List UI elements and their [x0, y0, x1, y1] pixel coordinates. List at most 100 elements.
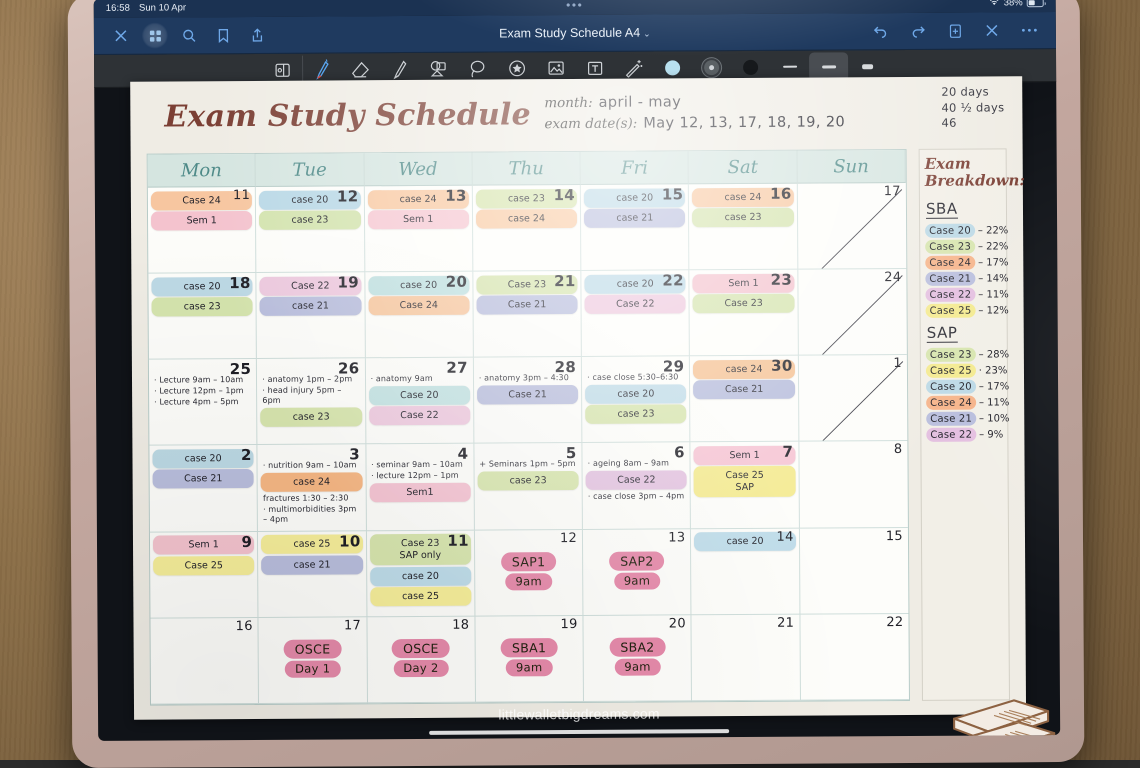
event-chip[interactable]: case 20 — [370, 566, 471, 586]
calendar-cell-30[interactable]: 30case 24Case 21 — [690, 356, 799, 443]
exam-pill[interactable]: 9am — [614, 572, 661, 589]
close-document-icon[interactable] — [979, 17, 1005, 43]
event-chip[interactable]: Case 20 — [369, 385, 470, 405]
exam-pill[interactable]: SBA2 — [609, 637, 665, 656]
event-chip[interactable]: case 20 — [585, 384, 686, 404]
event-chip[interactable]: case 21 — [584, 208, 685, 228]
event-chip[interactable]: Sem1 — [369, 483, 470, 503]
event-chip[interactable]: Sem 1 — [151, 211, 252, 231]
calendar-cell-10[interactable]: 10case 25case 21 — [258, 531, 367, 618]
calendar-cell-15[interactable]: 15 — [800, 528, 909, 615]
calendar-cell-14[interactable]: 14case 23case 24 — [473, 185, 582, 272]
exam-pill[interactable]: 9am — [506, 659, 553, 676]
calendar-cell-28[interactable]: 28· anatomy 3pm – 4:30Case 21 — [474, 357, 583, 444]
exam-pill[interactable]: 9am — [614, 658, 661, 675]
event-chip[interactable]: case 23 — [259, 210, 360, 230]
calendar-cell-11[interactable]: 11Case 24Sem 1 — [148, 187, 257, 274]
event-chip[interactable]: Case 25SAP — [694, 466, 795, 498]
undo-icon[interactable] — [868, 18, 894, 44]
calendar-cell-21[interactable]: 21 — [692, 614, 801, 701]
event-chip[interactable]: Case 21 — [153, 469, 254, 489]
event-chip[interactable]: Case 24 — [368, 296, 469, 316]
calendar-cell-24[interactable]: 24 — [798, 269, 907, 356]
event-chip[interactable]: case 21 — [260, 296, 361, 316]
calendar-cell-15[interactable]: 15case 20case 21 — [581, 184, 690, 271]
exam-pill[interactable]: SAP1 — [501, 552, 557, 571]
calendar-cell-1[interactable]: 1 — [799, 355, 908, 442]
event-chip[interactable]: case 21 — [261, 555, 362, 575]
calendar-cell-16[interactable]: 16 — [150, 618, 259, 705]
calendar-cell-4[interactable]: 4· seminar 9am – 10am· lecture 12pm – 1p… — [366, 444, 475, 531]
event-chip[interactable]: case 24 — [476, 209, 577, 229]
exam-pill[interactable]: OSCE — [284, 639, 342, 658]
page-title: Exam Study Schedule — [164, 97, 531, 134]
event-chip[interactable]: case 23 — [477, 471, 578, 491]
calendar-cell-9[interactable]: 9Sem 1Case 25 — [150, 532, 259, 619]
calendar-cell-22[interactable]: 22 — [800, 614, 909, 701]
calendar-cell-2[interactable]: 2case 20Case 21 — [149, 445, 258, 532]
exam-pill[interactable]: Day 1 — [285, 660, 340, 677]
home-indicator[interactable] — [429, 729, 729, 735]
event-chip[interactable]: Case 22 — [585, 294, 686, 314]
breakdown-row: Case 22– 9% — [926, 427, 1002, 441]
exam-pill[interactable]: 9am — [505, 573, 552, 590]
calendar-cell-26[interactable]: 26· anatomy 1pm – 2pm· head injury 5pm –… — [257, 359, 366, 446]
calendar-cell-21[interactable]: 21Case 23Case 21 — [473, 271, 582, 358]
grid-thumbnails-icon[interactable] — [142, 22, 168, 48]
more-icon[interactable] — [1016, 17, 1042, 43]
calendar-cell-12[interactable]: 12SAP19am — [475, 530, 584, 617]
redo-icon[interactable] — [905, 18, 931, 44]
bookmark-icon[interactable] — [210, 22, 236, 48]
event-chip[interactable]: case 23 — [152, 297, 253, 317]
calendar-cell-20[interactable]: 20case 20Case 24 — [365, 272, 474, 359]
event-chip[interactable]: Case 23 — [693, 294, 794, 314]
event-chip[interactable]: case 20 — [152, 449, 253, 469]
exam-pill[interactable]: SAP2 — [609, 551, 665, 570]
event-chip[interactable]: Case 21 — [476, 295, 577, 315]
event-chip[interactable]: case 23 — [585, 405, 686, 425]
calendar-cell-11[interactable]: 11Case 23SAP onlycase 20case 25 — [366, 530, 475, 617]
event-chip[interactable]: Case 25 — [153, 556, 254, 576]
event-chip[interactable]: Case 21 — [693, 380, 794, 400]
event-chip[interactable]: Sem 1 — [153, 535, 254, 555]
calendar-cell-17[interactable]: 17 — [798, 183, 907, 270]
add-page-icon[interactable] — [942, 18, 968, 44]
calendar-cell-7[interactable]: 7Sem 1Case 25SAP — [691, 442, 800, 529]
calendar-cell-25[interactable]: 25· Lecture 9am – 10am· Lecture 12pm – 1… — [149, 359, 258, 446]
event-chip[interactable]: Case 21 — [477, 385, 578, 405]
close-icon[interactable] — [108, 23, 134, 49]
calendar-cell-18[interactable]: 18case 20case 23 — [148, 273, 257, 360]
calendar-cell-6[interactable]: 6· ageing 8am – 9amCase 22· case close 3… — [583, 443, 692, 530]
exam-pill[interactable]: SBA1 — [501, 638, 557, 657]
calendar-cell-5[interactable]: 5+ Seminars 1pm – 5pmcase 23 — [474, 443, 583, 530]
event-chip[interactable]: Case 22 — [586, 470, 687, 490]
calendar-cell-27[interactable]: 27· anatomy 9amCase 20Case 22 — [365, 358, 474, 445]
event-chip[interactable]: Case 22 — [369, 406, 470, 426]
event-chip[interactable]: Sem 1 — [694, 446, 795, 466]
event-chip[interactable]: case 25 — [370, 587, 471, 607]
calendar-cell-22[interactable]: 22case 20Case 22 — [581, 270, 690, 357]
calendar-cell-16[interactable]: 16case 24case 23 — [689, 184, 798, 271]
event-chip[interactable]: case 23 — [692, 208, 793, 228]
calendar-cell-18[interactable]: 18OSCEDay 2 — [367, 616, 476, 703]
calendar-cell-8[interactable]: 8 — [799, 441, 908, 528]
event-chip[interactable]: case 24 — [261, 472, 362, 492]
search-icon[interactable] — [176, 22, 202, 48]
day-header-mon: Mon — [148, 154, 256, 188]
calendar-cell-23[interactable]: 23Sem 1Case 23 — [690, 270, 799, 357]
exam-pill[interactable]: Day 2 — [393, 660, 448, 677]
calendar-cell-3[interactable]: 3· nutrition 9am – 10amcase 24fractures … — [258, 445, 367, 532]
calendar-cell-13[interactable]: 13case 24Sem 1 — [364, 186, 473, 273]
calendar-cell-17[interactable]: 17OSCEDay 1 — [259, 617, 368, 704]
calendar-cell-13[interactable]: 13SAP29am — [583, 529, 692, 616]
exam-pill[interactable]: OSCE — [392, 639, 450, 658]
calendar-cell-19[interactable]: 19Case 22case 21 — [257, 272, 366, 359]
event-chip[interactable]: case 23 — [260, 407, 361, 427]
calendar-cell-29[interactable]: 29· case close 5:30–6:30case 20case 23 — [582, 357, 691, 444]
calendar-cell-19[interactable]: 19SBA19am — [475, 616, 584, 703]
calendar-cell-12[interactable]: 12case 20case 23 — [256, 186, 365, 273]
calendar-cell-20[interactable]: 20SBA29am — [584, 615, 693, 702]
calendar-cell-14[interactable]: 14case 20 — [691, 528, 800, 615]
share-icon[interactable] — [244, 22, 270, 48]
event-chip[interactable]: Sem 1 — [368, 210, 469, 230]
